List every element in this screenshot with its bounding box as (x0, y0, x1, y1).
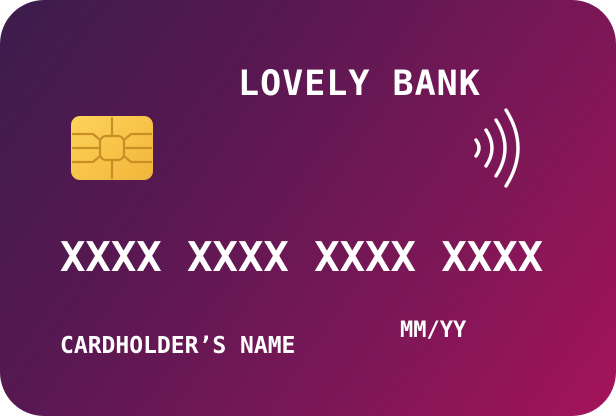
credit-card: LOVELY BANK XXXX XXXX XXXX XXXX MM/YY CA… (0, 0, 616, 416)
bank-name: LOVELY BANK (238, 64, 481, 104)
expiry-date: MM/YY (400, 318, 467, 343)
cardholder-name: CARDHOLDER’S NAME (60, 333, 296, 359)
chip-icon (71, 116, 153, 180)
contactless-icon (474, 108, 520, 188)
card-number: XXXX XXXX XXXX XXXX (60, 233, 544, 281)
